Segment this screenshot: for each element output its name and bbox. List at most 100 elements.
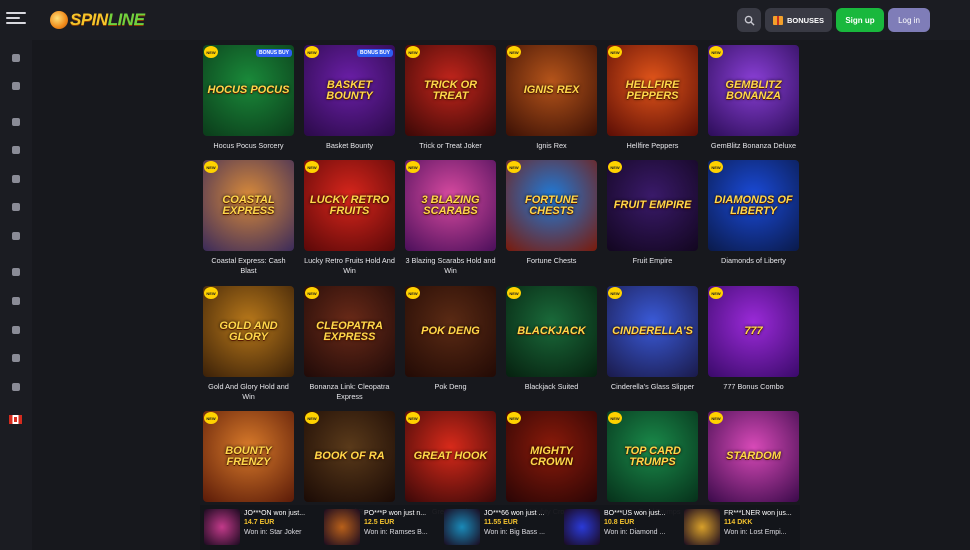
game-card[interactable]: Stardom NEWStardom xyxy=(708,411,799,517)
crown-icon[interactable] xyxy=(10,231,22,241)
win-game-thumbnail[interactable] xyxy=(564,509,600,545)
game-card[interactable]: Bounty Frenzy NEWBounty Frenzy xyxy=(203,411,294,517)
game-thumbnail[interactable]: Mighty Crown NEW xyxy=(506,411,597,502)
dice-icon[interactable] xyxy=(10,325,22,335)
game-thumbnail[interactable]: Lucky Retro Fruits NEW xyxy=(304,160,395,251)
game-thumbnail[interactable]: Ignis Rex NEW xyxy=(506,45,597,136)
basket-icon[interactable] xyxy=(10,174,22,184)
game-card[interactable]: Lucky Retro Fruits NEW Lucky Retro Fruits … xyxy=(304,160,395,276)
recent-win-item[interactable]: FR***LNER won jus... 114 DKK Won in: Lost … xyxy=(684,509,802,545)
win-game-thumbnail[interactable] xyxy=(684,509,720,545)
game-name[interactable]: Bonanza Link: Cleopatra Express xyxy=(304,382,395,402)
user-icon[interactable] xyxy=(10,53,22,63)
game-card[interactable]: Fortune Chests NEW Fortune Chests xyxy=(506,160,597,266)
game-card[interactable]: 3 Blazing Scarabs NEW 3 Blazing Scarabs Ho… xyxy=(405,160,496,276)
login-button[interactable]: Log in xyxy=(888,8,930,32)
game-card[interactable]: GemBlitz Bonanza NEW GemBlitz Bonanza Delu… xyxy=(708,45,799,151)
game-card[interactable]: Basket Bounty NEW BONUS BUY Basket Bounty xyxy=(304,45,395,151)
user-add-icon[interactable] xyxy=(10,81,22,91)
game-card[interactable]: Diamonds of Liberty NEW Diamonds of Libert… xyxy=(708,160,799,266)
game-thumbnail[interactable]: Stardom NEW xyxy=(708,411,799,502)
game-thumbnail[interactable]: Cinderella's NEW xyxy=(607,286,698,377)
game-name[interactable]: Fortune Chests xyxy=(506,256,597,266)
game-thumbnail[interactable]: Hellfire Peppers NEW xyxy=(607,45,698,136)
calendar-icon[interactable] xyxy=(10,267,22,277)
game-thumbnail[interactable]: Great Hook NEW xyxy=(405,411,496,502)
game-name[interactable]: Pok Deng xyxy=(405,382,496,392)
game-thumbnail[interactable]: Hocus Pocus NEW BONUS BUY xyxy=(203,45,294,136)
game-card[interactable]: Pok Deng NEW Pok Deng xyxy=(405,286,496,392)
game-name[interactable]: Diamonds of Liberty xyxy=(708,256,799,266)
casino-chip-icon[interactable] xyxy=(10,145,22,155)
game-name[interactable]: Basket Bounty xyxy=(304,141,395,151)
game-card[interactable]: Fruit Empire NEW Fruit Empire xyxy=(607,160,698,266)
game-name[interactable]: Lucky Retro Fruits Hold And Win xyxy=(304,256,395,276)
game-name[interactable]: 3 Blazing Scarabs Hold and Win xyxy=(405,256,496,276)
game-card[interactable]: 777 NEW 777 Bonus Combo xyxy=(708,286,799,392)
recent-win-item[interactable]: JO***ON won just... 14.7 EUR Won in: Star … xyxy=(204,509,322,545)
game-thumbnail[interactable]: 3 Blazing Scarabs NEW xyxy=(405,160,496,251)
game-thumbnail[interactable]: Coastal Express NEW xyxy=(203,160,294,251)
recent-win-item[interactable]: PO***P won just n... 12.5 EUR Won in: Rams… xyxy=(324,509,442,545)
logo[interactable]: SPINLINE xyxy=(50,8,145,32)
game-thumbnail[interactable]: Gold and Glory NEW xyxy=(203,286,294,377)
new-badge: NEW xyxy=(709,161,723,173)
game-card[interactable]: Great Hook NEWGreat Hook xyxy=(405,411,496,517)
game-card[interactable]: Coastal Express NEW Coastal Express: Cash … xyxy=(203,160,294,276)
recent-win-item[interactable]: BO***US won just... 10.8 EUR Won in: Diamo… xyxy=(564,509,682,545)
win-game-thumbnail[interactable] xyxy=(204,509,240,545)
game-card[interactable]: Mighty Crown NEWMighty Crown xyxy=(506,411,597,517)
shield-icon[interactable] xyxy=(10,202,22,212)
bonuses-label: BONUSES xyxy=(786,15,825,25)
game-thumbnail[interactable]: Pok Deng NEW xyxy=(405,286,496,377)
game-card[interactable]: Trick or Treat NEW Trick or Treat Joker xyxy=(405,45,496,151)
game-thumbnail[interactable]: Fortune Chests NEW xyxy=(506,160,597,251)
game-thumbnail[interactable]: Trick or Treat NEW xyxy=(405,45,496,136)
briefcase-icon[interactable] xyxy=(10,117,22,127)
bonuses-button[interactable]: BONUSES xyxy=(765,8,832,32)
game-thumbnail[interactable]: Fruit Empire NEW xyxy=(607,160,698,251)
game-name[interactable]: GemBlitz Bonanza Deluxe xyxy=(708,141,799,151)
game-thumbnail[interactable]: 777 NEW xyxy=(708,286,799,377)
game-name[interactable]: Coastal Express: Cash Blast xyxy=(203,256,294,276)
canada-flag-icon[interactable] xyxy=(9,415,22,424)
game-name[interactable]: Trick or Treat Joker xyxy=(405,141,496,151)
game-art-title: Hellfire Peppers xyxy=(625,78,680,102)
game-thumbnail[interactable]: Book of Ra NEW xyxy=(304,411,395,502)
win-game-thumbnail[interactable] xyxy=(324,509,360,545)
game-name[interactable]: Cinderella's Glass Slipper xyxy=(607,382,698,392)
game-thumbnail[interactable]: Bounty Frenzy NEW xyxy=(203,411,294,502)
game-card[interactable]: Hocus Pocus NEW BONUS BUY Hocus Pocus Sorce… xyxy=(203,45,294,151)
recent-win-item[interactable]: JO***66 won just ... 11.55 EUR Won in: Big… xyxy=(444,509,562,545)
game-thumbnail[interactable]: Cleopatra Express NEW xyxy=(304,286,395,377)
signup-button[interactable]: Sign up xyxy=(836,8,884,32)
game-card[interactable]: Cinderella's NEW Cinderella's Glass Slippe… xyxy=(607,286,698,392)
game-name[interactable]: Hocus Pocus Sorcery xyxy=(203,141,294,151)
game-card[interactable]: Cleopatra Express NEW Bonanza Link: Cleopa… xyxy=(304,286,395,402)
game-name[interactable]: Hellfire Peppers xyxy=(607,141,698,151)
bonus-buy-badge: BONUS BUY xyxy=(356,49,393,57)
win-game-thumbnail[interactable] xyxy=(444,509,480,545)
game-thumbnail[interactable]: Top Card Trumps NEW xyxy=(607,411,698,502)
game-thumbnail[interactable]: Blackjack NEW xyxy=(506,286,597,377)
game-name[interactable]: Blackjack Suited xyxy=(506,382,597,392)
search-button[interactable] xyxy=(737,8,761,32)
game-name[interactable]: Ignis Rex xyxy=(506,141,597,151)
game-name[interactable]: Fruit Empire xyxy=(607,256,698,266)
trophy-icon[interactable] xyxy=(10,353,22,363)
game-card[interactable]: Hellfire Peppers NEW Hellfire Peppers xyxy=(607,45,698,151)
game-thumbnail[interactable]: Diamonds of Liberty NEW xyxy=(708,160,799,251)
target-icon[interactable] xyxy=(10,382,22,392)
win-user: JO***66 won just ... xyxy=(484,510,545,517)
game-name[interactable]: Gold And Glory Hold and Win xyxy=(203,382,294,402)
game-card[interactable]: Top Card Trumps NEWTop Card Trumps xyxy=(607,411,698,517)
menu-icon[interactable] xyxy=(6,9,26,29)
game-card[interactable]: Blackjack NEW Blackjack Suited xyxy=(506,286,597,392)
ticket-icon[interactable] xyxy=(10,296,22,306)
game-thumbnail[interactable]: Basket Bounty NEW BONUS BUY xyxy=(304,45,395,136)
game-card[interactable]: Gold and Glory NEW Gold And Glory Hold and… xyxy=(203,286,294,402)
game-thumbnail[interactable]: GemBlitz Bonanza NEW xyxy=(708,45,799,136)
game-card[interactable]: Book of Ra NEWBook of Ra xyxy=(304,411,395,517)
game-card[interactable]: Ignis Rex NEW Ignis Rex xyxy=(506,45,597,151)
game-name[interactable]: 777 Bonus Combo xyxy=(708,382,799,392)
